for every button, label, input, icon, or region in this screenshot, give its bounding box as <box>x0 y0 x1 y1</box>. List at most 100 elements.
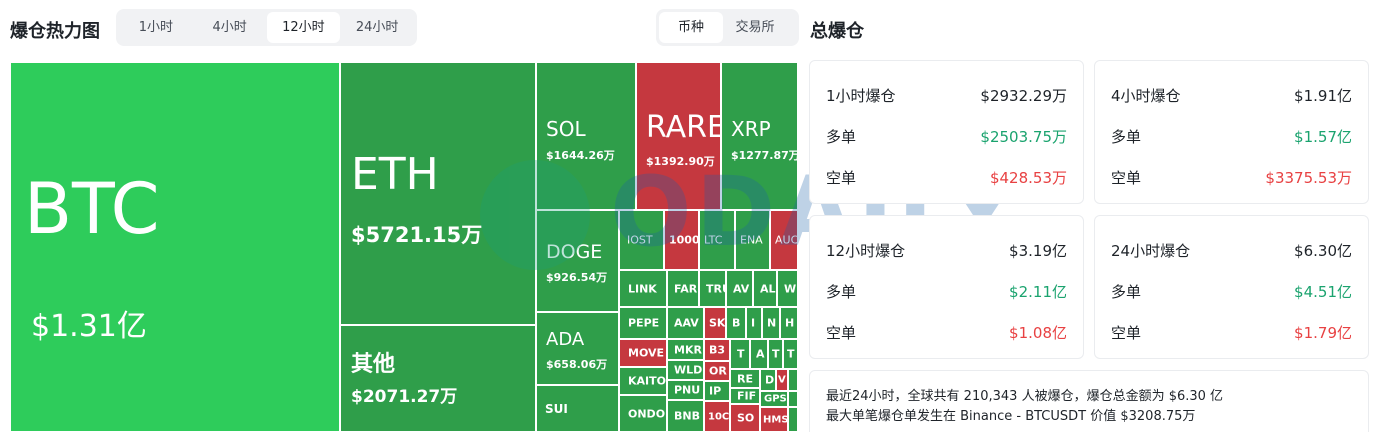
mode-option-coin[interactable]: 币种 <box>659 12 723 43</box>
tile-n[interactable]: N <box>762 307 780 339</box>
tile-av[interactable]: AV <box>726 270 753 307</box>
tile-symbol: KAITO <box>628 374 666 388</box>
tile-b[interactable]: B <box>726 307 746 339</box>
time-option-4h[interactable]: 4小时 <box>193 12 267 43</box>
tile-move[interactable]: MOVE <box>619 339 667 367</box>
tile-symbol: BNB <box>674 409 700 423</box>
tile-gps[interactable]: GPS <box>760 391 788 407</box>
tile-symbol: B <box>732 316 741 330</box>
tile-symbol: T <box>787 347 795 361</box>
tile-auc[interactable]: AUC <box>770 210 798 270</box>
card-title: 24小时爆仓 <box>1111 241 1191 260</box>
card-total: $1.91亿 <box>1294 86 1352 105</box>
tile-symbol: PNU <box>674 383 701 397</box>
tile-filler-1[interactable] <box>788 369 798 391</box>
tile-iost[interactable]: IOST <box>619 210 664 270</box>
tile-d[interactable]: D <box>760 369 776 391</box>
tile-ip[interactable]: IP <box>704 381 730 401</box>
tile-sk[interactable]: SK <box>704 307 726 339</box>
tile-filler-3[interactable] <box>788 407 798 432</box>
tile-t2[interactable]: T <box>768 339 783 369</box>
tile-symbol: HMS <box>763 414 788 425</box>
tile-hms[interactable]: HMS <box>760 407 788 432</box>
tile-wld[interactable]: WLD <box>667 360 704 380</box>
tile-ada[interactable]: ADA $658.06万 <box>536 312 619 385</box>
time-option-24h[interactable]: 24小时 <box>340 12 414 43</box>
card-short-label: 空单 <box>826 168 857 187</box>
tile-b3[interactable]: B3 <box>704 339 730 361</box>
time-option-12h[interactable]: 12小时 <box>266 12 341 43</box>
tile-link[interactable]: LINK <box>619 270 667 307</box>
tile-tru[interactable]: TRU <box>699 270 726 307</box>
card-long-value: $4.51亿 <box>1294 282 1352 301</box>
tile-symbol: TRU <box>706 282 725 295</box>
tile-symbol: IOST <box>627 233 653 247</box>
tile-so[interactable]: SO <box>730 404 760 432</box>
tile-btc[interactable]: BTC $1.31亿 <box>10 62 340 432</box>
tile-bnb[interactable]: BNB <box>667 400 704 432</box>
tile-w[interactable]: W <box>777 270 798 307</box>
tile-symbol: N <box>767 316 777 330</box>
tile-symbol: AUC <box>775 233 798 247</box>
tile-or[interactable]: OR <box>704 361 730 381</box>
summary-info: 最近24小时，全球共有 210,343 人被爆仓，爆仓总金额为 $6.30 亿 … <box>809 370 1369 432</box>
tile-symbol: FIF <box>737 389 757 403</box>
liquidation-treemap: BTC $1.31亿 ETH $5721.15万 其他 $2071.27万 SO… <box>10 62 798 432</box>
tile-rare[interactable]: RARE $1392.90万 <box>636 62 721 210</box>
tile-v[interactable]: V <box>776 369 788 391</box>
tile-other[interactable]: 其他 $2071.27万 <box>340 325 536 432</box>
tile-symbol: T <box>737 347 745 361</box>
tile-sui[interactable]: SUI <box>536 385 619 432</box>
tile-eth-symbol: ETH <box>351 149 439 200</box>
stat-card-12h: 12小时爆仓 $3.19亿 多单 $2.11亿 空单 $1.08亿 <box>809 215 1084 359</box>
liquidation-page: 爆仓热力图 1小时 4小时 12小时 24小时 币种 交易所 总爆仓 BTC $… <box>0 0 1373 432</box>
tile-ena[interactable]: ENA <box>735 210 770 270</box>
tile-symbol: IP <box>709 384 722 398</box>
tile-xrp-value: $1277.87万 <box>731 149 798 162</box>
tile-btc-symbol: BTC <box>24 168 160 250</box>
summary-title: 总爆仓 <box>810 21 864 42</box>
time-option-1h[interactable]: 1小时 <box>119 12 193 43</box>
tile-symbol: A <box>756 347 765 361</box>
tile-btc-value: $1.31亿 <box>31 309 147 344</box>
tile-symbol: ONDO <box>628 407 666 420</box>
tile-other-symbol: 其他 <box>351 352 396 377</box>
tile-kaito[interactable]: KAITO <box>619 367 667 395</box>
tile-ondo[interactable]: ONDO <box>619 395 667 432</box>
tile-far[interactable]: FAR <box>667 270 699 307</box>
tile-symbol: WLD <box>674 363 703 377</box>
tile-t1[interactable]: T <box>730 339 750 369</box>
tile-i[interactable]: I <box>746 307 762 339</box>
tile-10c[interactable]: 10C <box>704 401 730 432</box>
tile-pnu[interactable]: PNU <box>667 380 704 400</box>
tile-a[interactable]: A <box>750 339 768 369</box>
stat-card-24h: 24小时爆仓 $6.30亿 多单 $4.51亿 空单 $1.79亿 <box>1094 215 1369 359</box>
tile-symbol: AV <box>733 282 750 295</box>
tile-pepe[interactable]: PEPE <box>619 307 667 339</box>
tile-symbol: OR <box>709 364 727 378</box>
tile-filler-2[interactable] <box>788 391 798 407</box>
card-short-label: 空单 <box>826 323 857 342</box>
tile-al[interactable]: AL <box>753 270 777 307</box>
tile-other-value: $2071.27万 <box>351 387 458 407</box>
tile-h[interactable]: H <box>780 307 798 339</box>
card-title: 12小时爆仓 <box>826 241 906 260</box>
tile-fif[interactable]: FIF <box>730 388 760 404</box>
tile-doge[interactable]: DOGE $926.54万 <box>536 210 619 312</box>
tile-xrp[interactable]: XRP $1277.87万 <box>721 62 798 210</box>
tile-sol[interactable]: SOL $1644.26万 <box>536 62 636 210</box>
tile-1000[interactable]: 1000 <box>664 210 699 270</box>
summary-info-line-2: 最大单笔爆仓单发生在 Binance - BTCUSDT 价值 $3208.75… <box>826 409 1196 424</box>
mode-option-exchange[interactable]: 交易所 <box>723 12 787 43</box>
tile-symbol: LINK <box>628 282 657 295</box>
tile-symbol: MOVE <box>628 346 665 360</box>
tile-ltc[interactable]: LTC <box>699 210 735 270</box>
tile-t3[interactable]: T <box>783 339 798 369</box>
tile-mkr[interactable]: MKR <box>667 339 704 360</box>
summary-info-line-1: 最近24小时，全球共有 210,343 人被爆仓，爆仓总金额为 $6.30 亿 <box>826 389 1224 404</box>
tile-aav[interactable]: AAV <box>667 307 704 339</box>
tile-symbol: FAR <box>674 282 698 295</box>
card-short-label: 空单 <box>1111 168 1142 187</box>
tile-eth[interactable]: ETH $5721.15万 <box>340 62 536 325</box>
tile-re[interactable]: RE <box>730 369 760 388</box>
